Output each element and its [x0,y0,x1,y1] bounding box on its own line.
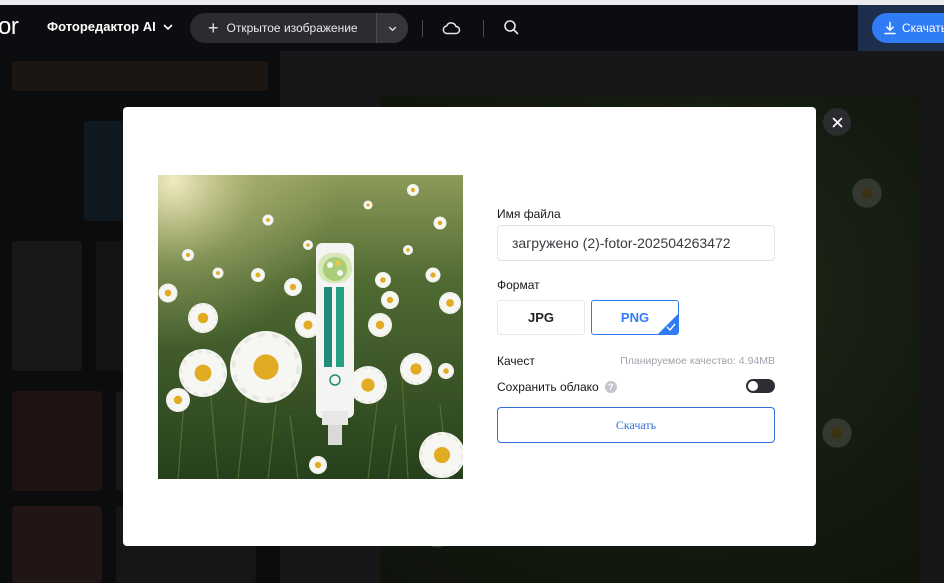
file-name-label: Имя файла [497,207,561,221]
format-option-png[interactable]: PNG [591,300,679,335]
top-bar: or Фоторедактор AI + Открытое изображени… [0,5,944,51]
editor-menu-label: Фоторедактор AI [47,19,156,34]
help-icon[interactable]: ? [604,381,617,393]
close-icon [832,117,842,127]
chevron-down-icon [163,23,173,30]
open-image-label: Открытое изображение [226,21,358,35]
open-image-button[interactable]: + Открытое изображение [190,13,376,43]
plus-icon: + [208,18,219,38]
format-option-jpg[interactable]: JPG [497,300,585,335]
quality-label: Качест [497,354,535,368]
open-image-dropdown[interactable] [376,13,408,43]
chevron-down-icon [388,26,397,31]
cream-tube-product [316,243,354,445]
image-preview [158,175,463,479]
preview-image-art [158,175,463,479]
file-name-input[interactable] [497,225,775,261]
search-icon[interactable] [503,19,519,35]
format-option-png-label: PNG [620,310,650,325]
download-button[interactable]: Скачать [497,407,775,443]
open-image-group: + Открытое изображение [190,13,408,43]
save-cloud-row: Сохранить облако ? [497,380,617,394]
format-label: Формат [497,278,540,292]
top-download-label: Скачать [902,21,944,35]
download-icon [884,21,896,35]
toggle-knob [748,381,758,391]
toolbar-divider [422,20,423,37]
editor-menu-button[interactable]: Фоторедактор AI [47,19,174,34]
top-download-button[interactable]: Скачать [872,13,944,43]
check-icon [666,323,676,331]
save-cloud-label: Сохранить облако [497,380,599,394]
toolbar-divider [483,20,484,37]
brand-logo[interactable]: or [0,14,19,40]
quality-estimate: Планируемое качество: 4.94MB [620,355,775,367]
save-cloud-toggle[interactable] [746,379,775,393]
close-dialog-button[interactable] [823,108,851,136]
cloud-icon[interactable] [441,19,461,37]
